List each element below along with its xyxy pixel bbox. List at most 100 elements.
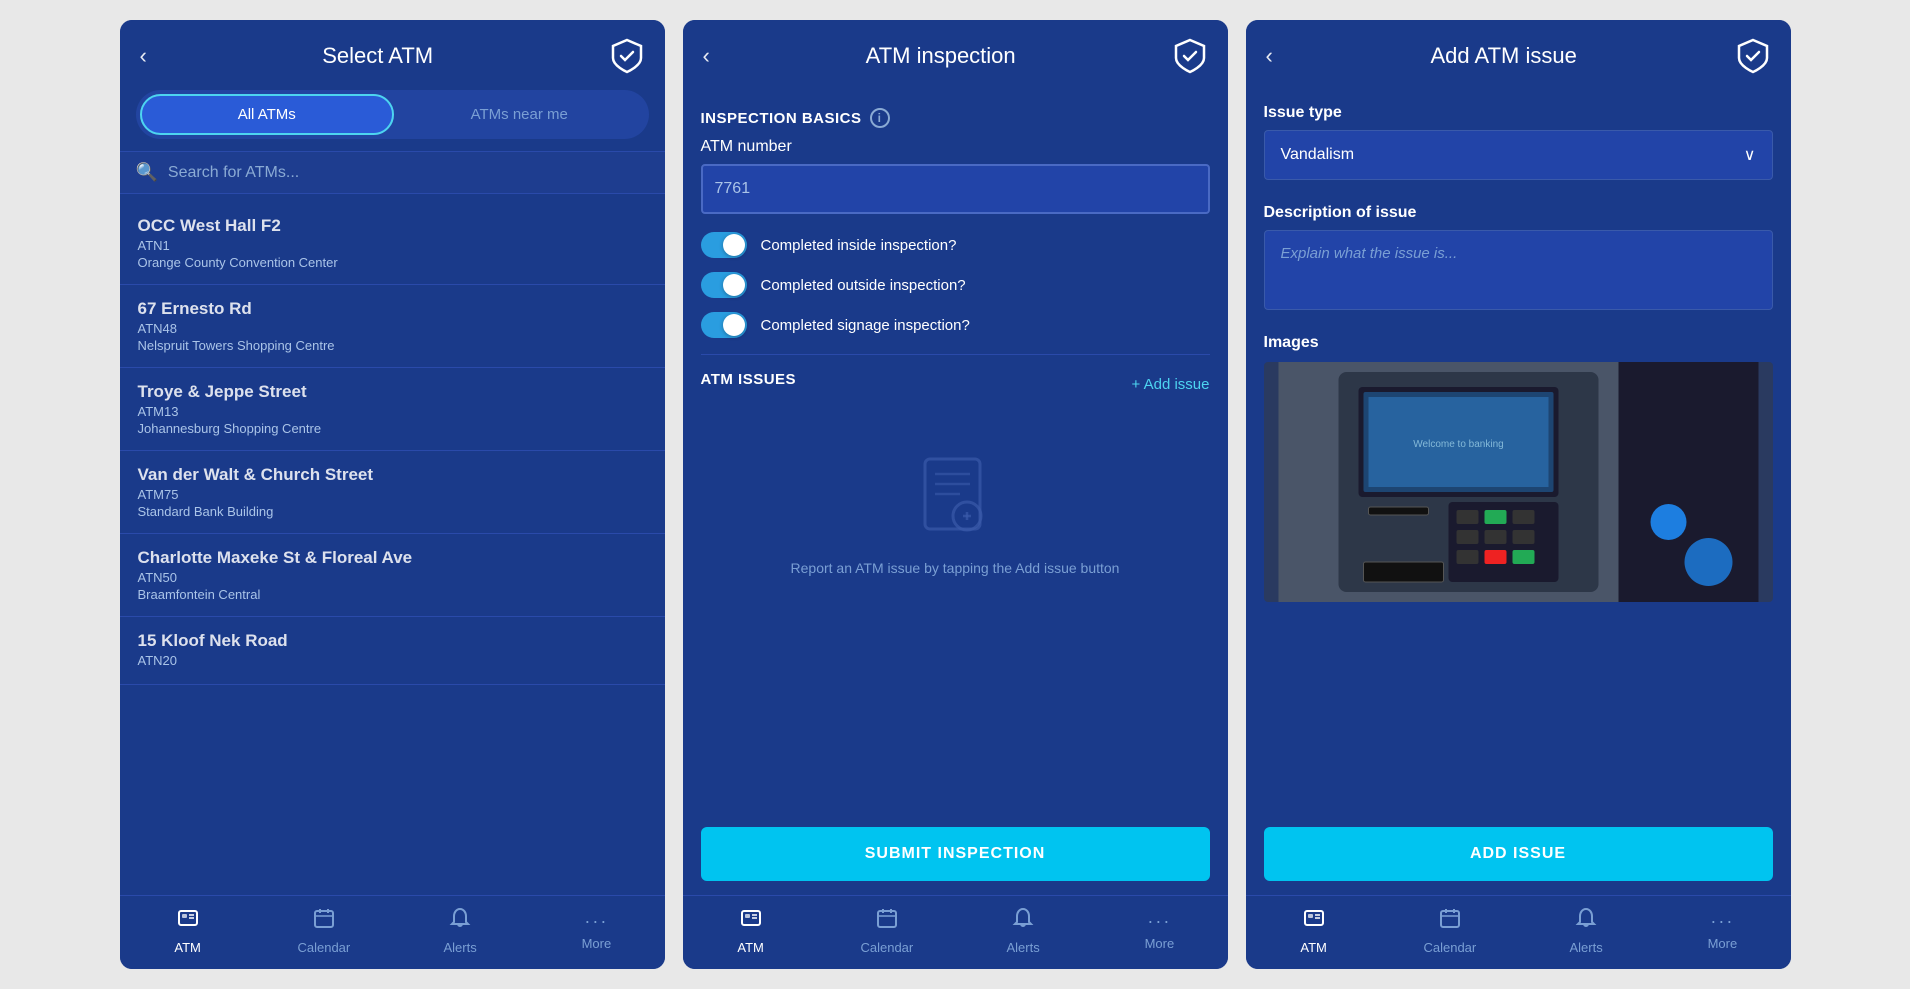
bottom-nav: ATM Calendar Alerts ·· — [120, 895, 665, 969]
nav-atm-label: ATM — [1300, 940, 1326, 955]
toggle-knob — [723, 234, 745, 256]
toggle-outside-switch[interactable] — [701, 272, 747, 298]
more-nav-icon: ··· — [1147, 911, 1171, 932]
atm-location: Orange County Convention Center — [138, 255, 647, 270]
tab-atms-near-me[interactable]: ATMs near me — [394, 94, 645, 135]
atm-list-item[interactable]: 67 Ernesto Rd ATN48 Nelspruit Towers Sho… — [120, 285, 665, 368]
screen1-header: ‹ Select ATM — [120, 20, 665, 90]
atm-location: Johannesburg Shopping Centre — [138, 421, 647, 436]
nav-alerts-label: Alerts — [1007, 940, 1040, 955]
atm-number-label: ATM number — [701, 138, 1210, 156]
atm-nav-icon — [1302, 906, 1326, 936]
nav-more[interactable]: ··· More — [566, 911, 626, 951]
issues-header: ATM ISSUES + Add issue — [701, 371, 1210, 398]
search-placeholder: Search for ATMs... — [168, 164, 299, 182]
screen2-content: INSPECTION BASICS i ATM number 7761 Comp… — [683, 90, 1228, 811]
nav-more-label: More — [1708, 936, 1738, 951]
issue-type-section: Issue type Vandalism ∨ — [1264, 104, 1773, 204]
toggle-inside[interactable]: Completed inside inspection? — [701, 232, 1210, 258]
toggle-knob — [723, 314, 745, 336]
nav-alerts[interactable]: Alerts — [993, 906, 1053, 955]
toggle-signage[interactable]: Completed signage inspection? — [701, 312, 1210, 338]
screen2-title: ATM inspection — [710, 43, 1172, 69]
atm-name: Troye & Jeppe Street — [138, 382, 647, 402]
back-button[interactable]: ‹ — [703, 43, 710, 69]
calendar-nav-icon — [875, 906, 899, 936]
atm-name: OCC West Hall F2 — [138, 216, 647, 236]
nav-calendar[interactable]: Calendar — [294, 906, 354, 955]
screen2-header: ‹ ATM inspection — [683, 20, 1228, 90]
screen3-content: Issue type Vandalism ∨ Description of is… — [1246, 90, 1791, 827]
chevron-down-icon: ∨ — [1744, 145, 1756, 165]
atm-list-item[interactable]: 15 Kloof Nek Road ATN20 — [120, 617, 665, 685]
toggle-signage-switch[interactable] — [701, 312, 747, 338]
back-button[interactable]: ‹ — [1266, 43, 1273, 69]
issue-type-select[interactable]: Vandalism ∨ — [1264, 130, 1773, 180]
images-label: Images — [1264, 334, 1773, 352]
screen-select-atm: ‹ Select ATM All ATMs ATMs near me 🔍 Sea… — [120, 20, 665, 969]
more-nav-icon: ··· — [584, 911, 608, 932]
nav-alerts[interactable]: Alerts — [1556, 906, 1616, 955]
tab-all-atms[interactable]: All ATMs — [140, 94, 395, 135]
atm-code: ATN48 — [138, 321, 647, 336]
calendar-nav-icon — [312, 906, 336, 936]
atm-code: ATM13 — [138, 404, 647, 419]
more-nav-icon: ··· — [1710, 911, 1734, 932]
nav-calendar[interactable]: Calendar — [1420, 906, 1480, 955]
nav-more[interactable]: ··· More — [1129, 911, 1189, 951]
screen3-title: Add ATM issue — [1273, 43, 1735, 69]
atm-location: Braamfontein Central — [138, 587, 647, 602]
add-issue-main-button[interactable]: ADD ISSUE — [1264, 827, 1773, 881]
atm-code: ATN1 — [138, 238, 647, 253]
shield-icon — [1172, 38, 1208, 74]
back-button[interactable]: ‹ — [140, 43, 147, 69]
shield-icon — [1735, 38, 1771, 74]
issue-type-value: Vandalism — [1281, 146, 1355, 164]
nav-more-label: More — [582, 936, 612, 951]
bottom-nav: ATM Calendar Alerts ·· — [683, 895, 1228, 969]
bottom-nav: ATM Calendar Alerts ·· — [1246, 895, 1791, 969]
atm-list-item[interactable]: Troye & Jeppe Street ATM13 Johannesburg … — [120, 368, 665, 451]
divider — [701, 354, 1210, 355]
atm-list-item[interactable]: OCC West Hall F2 ATN1 Orange County Conv… — [120, 202, 665, 285]
add-issue-button[interactable]: + Add issue — [1132, 376, 1210, 393]
empty-state-text: Report an ATM issue by tapping the Add i… — [791, 558, 1120, 579]
info-icon[interactable]: i — [870, 108, 890, 128]
issue-type-label: Issue type — [1264, 104, 1773, 122]
nav-calendar-label: Calendar — [297, 940, 350, 955]
atm-list-item[interactable]: Van der Walt & Church Street ATM75 Stand… — [120, 451, 665, 534]
toggle-inside-switch[interactable] — [701, 232, 747, 258]
submit-inspection-button[interactable]: SUBMIT INSPECTION — [701, 827, 1210, 881]
screen1-title: Select ATM — [147, 43, 609, 69]
description-textarea[interactable]: Explain what the issue is... — [1264, 230, 1773, 310]
tab-row: All ATMs ATMs near me — [136, 90, 649, 139]
search-icon: 🔍 — [136, 162, 158, 183]
nav-more[interactable]: ··· More — [1692, 911, 1752, 951]
nav-atm-label: ATM — [174, 940, 200, 955]
atm-name: Van der Walt & Church Street — [138, 465, 647, 485]
atm-name: 15 Kloof Nek Road — [138, 631, 647, 651]
nav-atm[interactable]: ATM — [158, 906, 218, 955]
atm-nav-icon — [739, 906, 763, 936]
atm-image: Welcome to banking — [1264, 362, 1773, 602]
screen3-header: ‹ Add ATM issue — [1246, 20, 1791, 90]
alerts-nav-icon — [1574, 906, 1598, 936]
atm-number-field[interactable]: 7761 — [701, 164, 1210, 214]
screen-add-atm-issue: ‹ Add ATM issue Issue type Vandalism ∨ D… — [1246, 20, 1791, 969]
toggle-inside-label: Completed inside inspection? — [761, 237, 957, 254]
atm-list: OCC West Hall F2 ATN1 Orange County Conv… — [120, 202, 665, 895]
toggle-signage-label: Completed signage inspection? — [761, 317, 970, 334]
atm-location: Nelspruit Towers Shopping Centre — [138, 338, 647, 353]
atm-image-svg: Welcome to banking — [1264, 362, 1773, 602]
search-bar[interactable]: 🔍 Search for ATMs... — [120, 151, 665, 194]
section-issues-title: ATM ISSUES — [701, 371, 797, 388]
toggle-outside[interactable]: Completed outside inspection? — [701, 272, 1210, 298]
shield-icon — [609, 38, 645, 74]
nav-atm[interactable]: ATM — [721, 906, 781, 955]
atm-list-item[interactable]: Charlotte Maxeke St & Floreal Ave ATN50 … — [120, 534, 665, 617]
nav-atm[interactable]: ATM — [1284, 906, 1344, 955]
atm-name: 67 Ernesto Rd — [138, 299, 647, 319]
nav-calendar[interactable]: Calendar — [857, 906, 917, 955]
nav-alerts-label: Alerts — [444, 940, 477, 955]
nav-alerts[interactable]: Alerts — [430, 906, 490, 955]
